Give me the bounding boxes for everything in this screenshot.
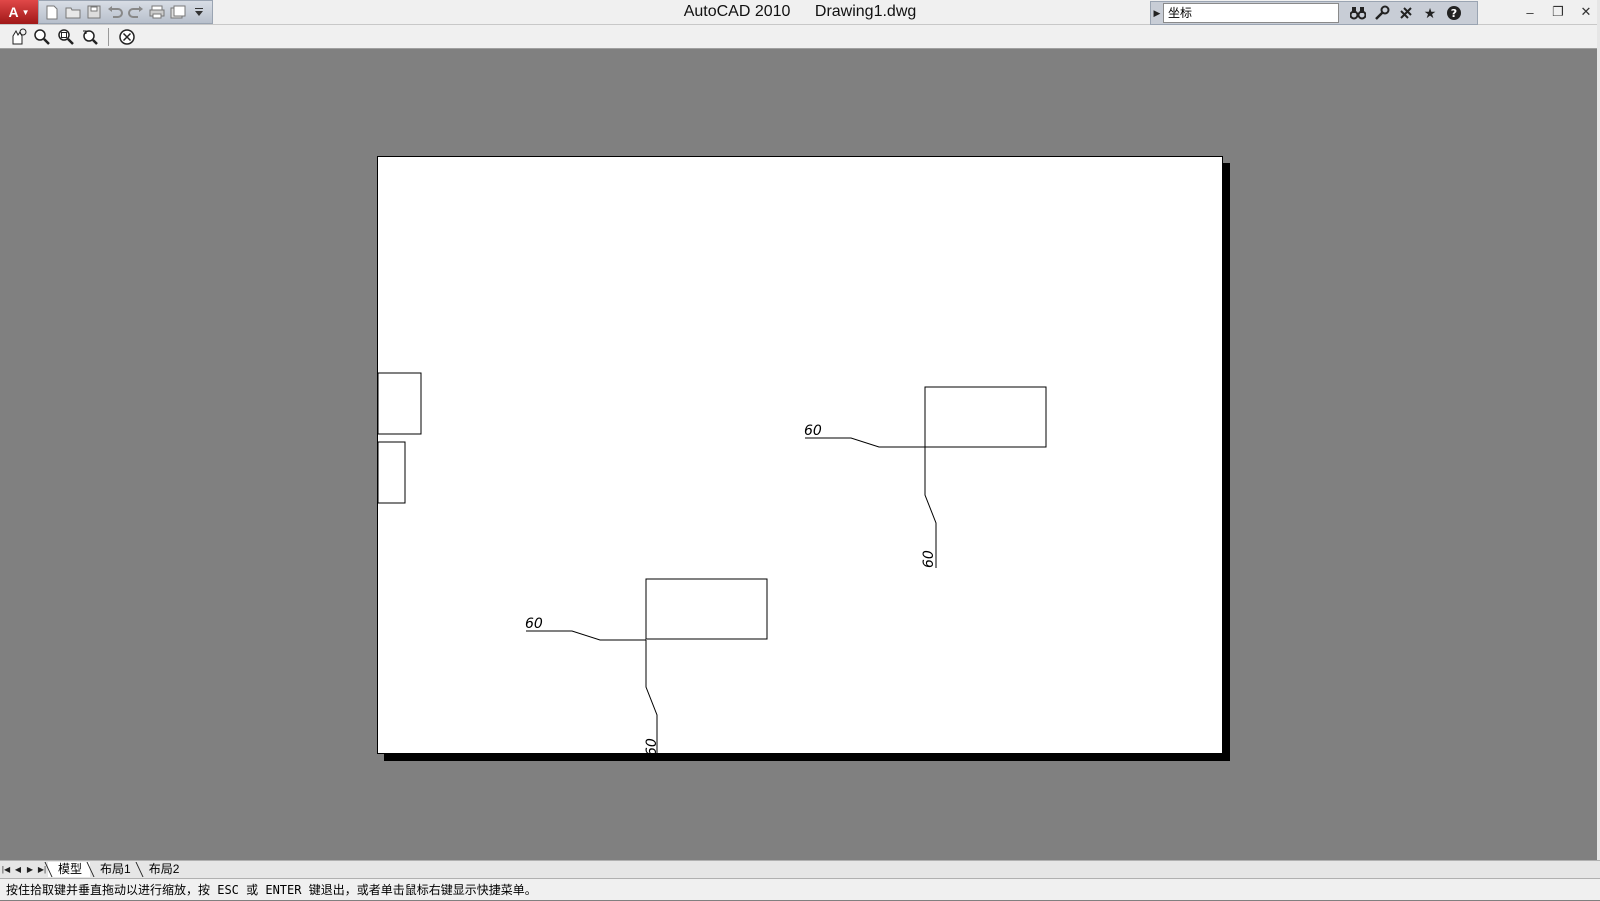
title-bar: A ▼ AutoCAD 2010 Drawing1.dwg ▶ 坐标 ★ ? –… bbox=[0, 0, 1600, 25]
paper-sheet bbox=[377, 156, 1223, 754]
plot-icon[interactable] bbox=[148, 4, 166, 20]
application-menu-button[interactable]: A ▼ bbox=[0, 0, 38, 24]
zoom-previous-icon[interactable] bbox=[80, 27, 100, 47]
close-button[interactable]: ✕ bbox=[1572, 0, 1600, 24]
open-icon[interactable] bbox=[64, 4, 82, 20]
infocenter-search-input[interactable]: 坐标 bbox=[1163, 3, 1339, 23]
tab-layout1[interactable]: 布局1 bbox=[90, 862, 139, 877]
tab-layout2[interactable]: 布局2 bbox=[139, 862, 188, 877]
chevron-down-icon: ▼ bbox=[21, 7, 30, 17]
infocenter-expand-icon[interactable]: ▶ bbox=[1151, 2, 1163, 24]
publish-icon[interactable] bbox=[169, 4, 187, 20]
next-tab-icon[interactable]: ▶ bbox=[24, 862, 36, 877]
customize-dropdown-icon[interactable] bbox=[190, 4, 208, 20]
infocenter: ▶ 坐标 ★ ? bbox=[1150, 1, 1478, 25]
status-bar: 按住拾取键并垂直拖动以进行缩放，按 ESC 或 ENTER 键退出，或者单击鼠标… bbox=[0, 878, 1600, 900]
layout-tabs-bar: |◀ ◀ ▶ ▶| 模型 布局1 布局2 bbox=[0, 860, 1600, 878]
infocenter-tools: ★ ? bbox=[1339, 4, 1463, 22]
window-controls: – ❐ ✕ bbox=[1516, 0, 1600, 24]
quick-access-strip bbox=[38, 0, 213, 24]
help-icon[interactable]: ? bbox=[1445, 4, 1463, 22]
close-zoom-icon[interactable] bbox=[117, 27, 137, 47]
quick-access-toolbar: A ▼ bbox=[0, 0, 213, 24]
file-name: Drawing1.dwg bbox=[814, 3, 917, 20]
zoom-toolbar bbox=[0, 25, 1600, 49]
previous-tab-icon[interactable]: ◀ bbox=[12, 862, 24, 877]
binoculars-icon[interactable] bbox=[1349, 4, 1367, 22]
redo-icon[interactable] bbox=[127, 4, 145, 20]
app-name: AutoCAD 2010 bbox=[683, 3, 791, 20]
satellite-icon[interactable] bbox=[1397, 4, 1415, 22]
tab-model[interactable]: 模型 bbox=[48, 862, 91, 877]
new-icon[interactable] bbox=[43, 4, 61, 20]
undo-icon[interactable] bbox=[106, 4, 124, 20]
communication-center-icon[interactable] bbox=[1373, 4, 1391, 22]
zoom-window-icon[interactable] bbox=[56, 27, 76, 47]
save-icon[interactable] bbox=[85, 4, 103, 20]
favorites-star-icon[interactable]: ★ bbox=[1421, 4, 1439, 22]
minimize-button[interactable]: – bbox=[1516, 0, 1544, 24]
pan-icon[interactable] bbox=[8, 27, 28, 47]
restore-button[interactable]: ❐ bbox=[1544, 0, 1572, 24]
first-tab-icon[interactable]: |◀ bbox=[0, 862, 12, 877]
svg-text:?: ? bbox=[1451, 7, 1457, 20]
zoom-realtime-icon[interactable] bbox=[32, 27, 52, 47]
toolbar-separator bbox=[108, 27, 109, 46]
